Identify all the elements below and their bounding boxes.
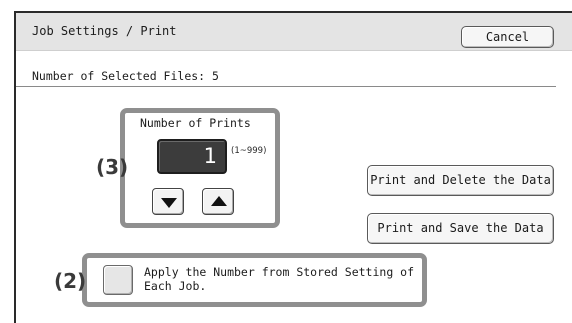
cancel-button[interactable]: Cancel <box>461 26 554 48</box>
decrement-button[interactable] <box>152 188 184 215</box>
increment-button[interactable] <box>202 188 234 215</box>
header-divider <box>16 86 556 87</box>
number-of-prints-range: (1~999) <box>231 146 267 156</box>
triangle-down-icon <box>161 198 177 208</box>
title-bar: Job Settings / Print Cancel <box>16 13 572 51</box>
callout-3: (3) <box>96 155 129 179</box>
number-of-prints-label: Number of Prints <box>140 116 251 130</box>
selected-files-count: Number of Selected Files: 5 <box>32 69 219 83</box>
apply-stored-setting-checkbox[interactable] <box>103 265 133 295</box>
print-and-delete-button[interactable]: Print and Delete the Data <box>367 165 554 196</box>
apply-stored-setting-label: Apply the Number from Stored Setting of … <box>144 265 415 293</box>
page-title: Job Settings / Print <box>32 24 177 38</box>
number-of-prints-display[interactable]: 1 <box>157 139 227 174</box>
triangle-up-icon <box>211 196 227 206</box>
number-of-prints-value: 1 <box>203 144 217 168</box>
job-settings-window: Job Settings / Print Cancel Number of Se… <box>14 11 572 323</box>
print-and-save-button[interactable]: Print and Save the Data <box>367 213 554 244</box>
callout-2: (2) <box>54 269 87 293</box>
